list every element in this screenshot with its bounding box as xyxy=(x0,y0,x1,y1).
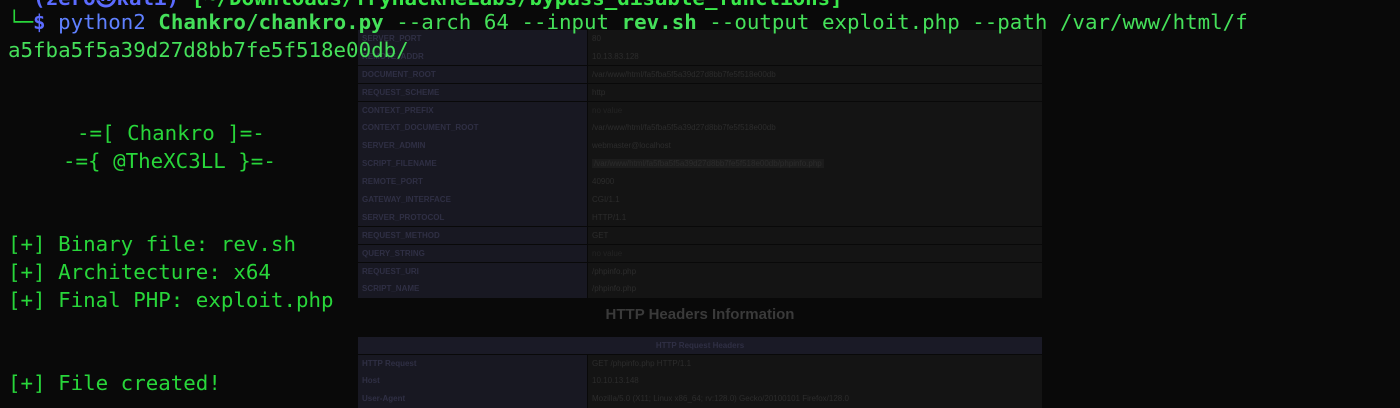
path-value: /var/www/html/f xyxy=(1059,10,1248,34)
command-line: └─$ python2 Chankro/chankro.py --arch 64… xyxy=(8,9,1248,37)
path-flag: --path xyxy=(972,10,1048,34)
output-file-created-line: [+] File created! xyxy=(8,371,221,395)
input-flag: --input xyxy=(521,10,610,34)
output-binary-line: [+] Binary file: rev.sh xyxy=(8,232,296,256)
prompt-corner: └─ xyxy=(8,10,34,34)
prompt-dollar: $ xyxy=(33,10,46,34)
arch-flag: --arch xyxy=(396,10,472,34)
path-value-continued: a5fba5f5a39d27d8bb7fe5f518e00db/ xyxy=(8,38,409,62)
banner-title: -=[ Chankro ]=- xyxy=(77,121,265,145)
arch-value: 64 xyxy=(483,10,509,34)
output-architecture-line: [+] Architecture: x64 xyxy=(8,260,271,284)
banner-author: -={ @TheXC3LL }=- xyxy=(63,149,276,173)
command-program: python2 xyxy=(58,10,146,34)
command-line-wrap: a5fba5f5a39d27d8bb7fe5f518e00db/ xyxy=(8,37,409,65)
terminal-window[interactable]: └─(zero㉿kali)-[~/Downloads/TryHackMeLabs… xyxy=(0,0,1400,408)
input-value: rev.sh xyxy=(621,10,697,34)
output-final-php-line: [+] Final PHP: exploit.php xyxy=(8,288,334,312)
output-flag: --output xyxy=(709,10,810,34)
command-script: Chankro/chankro.py xyxy=(158,10,384,34)
output-value: exploit.php xyxy=(821,10,960,34)
